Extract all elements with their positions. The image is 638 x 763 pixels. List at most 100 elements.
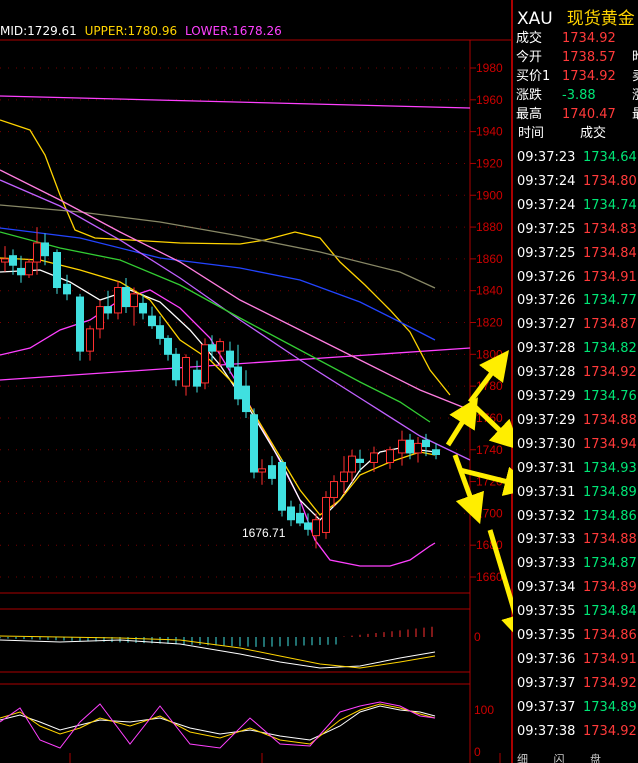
tick-price: 1734.82 bbox=[583, 341, 637, 357]
price-tick-label: 1680 bbox=[476, 538, 503, 552]
tick-row: 09:37:24 1734.74 bbox=[517, 194, 637, 218]
kdj-100-label: 100 bbox=[474, 703, 494, 717]
tick-row: 09:37:29 1734.88 bbox=[517, 409, 637, 433]
candle-down bbox=[41, 242, 49, 257]
tick-time: 09:37:34 bbox=[517, 580, 576, 596]
price-tick-label: 1900 bbox=[476, 188, 503, 202]
time-header: 时间 bbox=[518, 126, 545, 141]
quote-extra-label: 昨 bbox=[632, 50, 638, 65]
tick-row: 09:37:38 1734.92 bbox=[517, 720, 637, 744]
tick-row: 09:37:26 1734.77 bbox=[517, 289, 637, 313]
candle-down bbox=[139, 302, 147, 314]
annotation-arrow bbox=[452, 454, 484, 525]
candle-up bbox=[312, 519, 320, 537]
tick-price: 1734.92 bbox=[583, 675, 637, 691]
tick-row: 09:37:36 1734.91 bbox=[517, 648, 637, 672]
tick-row: 09:37:30 1734.94 bbox=[517, 433, 637, 457]
tick-time: 09:37:26 bbox=[517, 269, 576, 285]
tick-time: 09:37:25 bbox=[517, 221, 576, 237]
candle-up bbox=[25, 261, 33, 276]
tick-price: 1734.77 bbox=[583, 293, 637, 309]
boll-indicator-line: MID:1729.61 UPPER:1780.96 LOWER:1678.26 bbox=[0, 24, 286, 38]
candle-down bbox=[53, 252, 61, 289]
kline-chart[interactable]: 1980 1960 1940 1920 1900 1880 1860 1840 1820 1800… bbox=[0, 0, 513, 763]
tick-time: 09:37:24 bbox=[517, 197, 576, 213]
boll-lower-label: LOWER:1678.26 bbox=[184, 24, 282, 38]
quote-panel: XAU 现货黄金 成交 1734.92 今开 1738.57 昨买价1 1734.92 卖涨跌… bbox=[513, 0, 638, 763]
macd-dea-line bbox=[0, 635, 436, 669]
tick-time: 09:37:25 bbox=[517, 245, 576, 261]
quote-value: 1734.92 bbox=[562, 31, 616, 46]
tab-detail[interactable]: 细 bbox=[517, 753, 528, 763]
candle-down bbox=[278, 461, 286, 511]
tick-time: 09:37:35 bbox=[517, 628, 576, 643]
tab-flash[interactable]: 闪 bbox=[554, 753, 565, 763]
candle-down bbox=[208, 344, 216, 352]
price-tick-label: 1820 bbox=[476, 316, 503, 330]
tick-row: 09:37:28 1734.82 bbox=[517, 337, 637, 361]
candle-down bbox=[17, 267, 25, 276]
candle-down bbox=[422, 439, 430, 448]
tick-price: 1734.91 bbox=[583, 269, 637, 285]
tick-row: 09:37:31 1734.93 bbox=[517, 457, 637, 481]
kdj-0-label: 0 bbox=[474, 745, 481, 759]
tick-price: 1734.87 bbox=[583, 556, 637, 572]
tick-time: 09:37:30 bbox=[517, 436, 576, 452]
quote-row: 今开 1738.57 昨 bbox=[516, 48, 638, 67]
candle-down bbox=[268, 465, 276, 479]
tick-row: 09:37:33 1734.88 bbox=[517, 528, 637, 552]
quote-label: 涨跌 bbox=[516, 88, 543, 103]
candle-down bbox=[9, 255, 17, 266]
tick-row: 09:37:37 1734.89 bbox=[517, 696, 637, 720]
candle-down bbox=[287, 506, 295, 521]
symbol-name: 现货黄金 bbox=[566, 9, 635, 29]
candle-up bbox=[398, 439, 406, 454]
annotation-arrow bbox=[445, 397, 478, 447]
candle-down bbox=[76, 296, 84, 352]
tick-price: 1734.93 bbox=[583, 460, 637, 476]
quote-row: 成交 1734.92 bbox=[516, 29, 632, 48]
tick-time: 09:37:24 bbox=[517, 173, 576, 189]
tick-row: 09:37:32 1734.86 bbox=[517, 505, 637, 529]
candle-down bbox=[226, 350, 234, 368]
tick-row: 09:37:25 1734.84 bbox=[517, 242, 637, 266]
quote-label: 成交 bbox=[516, 31, 543, 46]
price-header: 成交 bbox=[580, 126, 607, 141]
tick-row: 09:37:35 1734.86 bbox=[517, 624, 637, 648]
kdj-k-line bbox=[0, 705, 436, 741]
macd-dif-line bbox=[0, 639, 436, 669]
tick-price: 1734.83 bbox=[583, 221, 637, 237]
quote-label: 今开 bbox=[516, 50, 543, 65]
tick-time: 09:37:31 bbox=[517, 484, 576, 500]
tick-row: 09:37:27 1734.87 bbox=[517, 313, 637, 337]
price-tick-label: 1660 bbox=[476, 570, 503, 584]
tick-price: 1734.74 bbox=[583, 197, 637, 213]
tick-time: 09:37:33 bbox=[517, 532, 576, 548]
tick-price: 1734.87 bbox=[583, 317, 637, 333]
macd-zero-label: 0 bbox=[474, 630, 481, 644]
tick-price: 1734.94 bbox=[583, 436, 637, 452]
kdj-d-line bbox=[0, 703, 436, 745]
candle-down bbox=[356, 458, 364, 463]
candle-down bbox=[242, 385, 250, 413]
tick-time: 09:37:23 bbox=[517, 150, 576, 165]
symbol-header[interactable]: XAU 现货黄金 bbox=[517, 4, 635, 29]
quote-extra-label: 卖 bbox=[632, 69, 638, 84]
tick-time: 09:37:36 bbox=[517, 651, 576, 667]
candle-down bbox=[432, 449, 440, 456]
price-tick-label: 1920 bbox=[476, 156, 503, 170]
candle-down bbox=[234, 366, 242, 400]
tick-time: 09:37:27 bbox=[517, 317, 576, 333]
candle-down bbox=[104, 306, 112, 314]
candle-up bbox=[96, 306, 104, 330]
candle-down bbox=[250, 414, 258, 473]
quote-label: 买价1 bbox=[516, 69, 551, 84]
tab-handicap[interactable]: 盘 bbox=[590, 753, 601, 763]
quote-row: 买价1 1734.92 卖 bbox=[516, 67, 638, 86]
price-tick-label: 1960 bbox=[476, 93, 503, 107]
candle-up bbox=[340, 471, 348, 483]
candle-up bbox=[1, 258, 9, 263]
tick-time: 09:37:28 bbox=[517, 341, 576, 357]
tick-row: 09:37:26 1734.91 bbox=[517, 266, 637, 290]
tick-row: 09:37:25 1734.83 bbox=[517, 218, 637, 242]
